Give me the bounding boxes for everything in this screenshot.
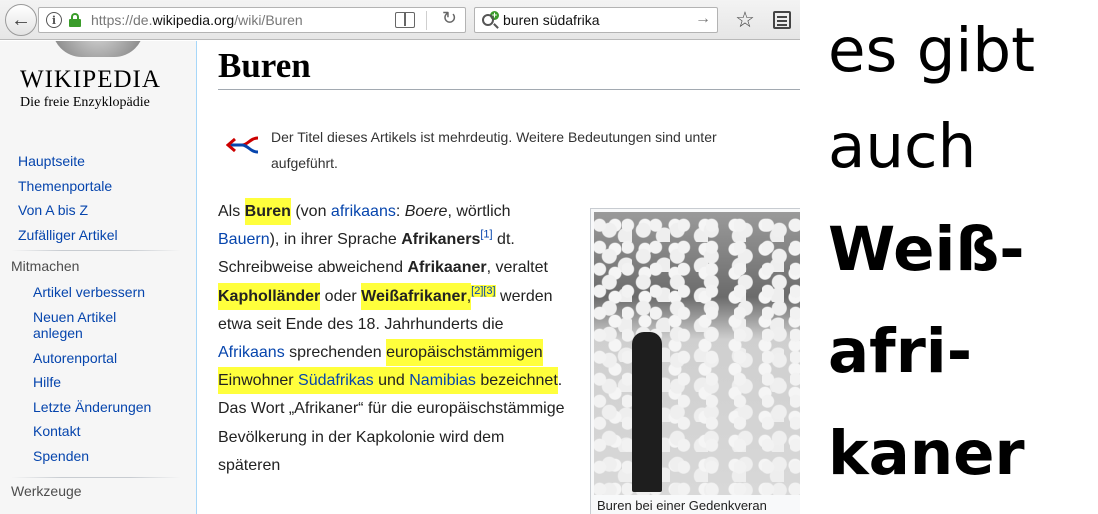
divider — [11, 477, 181, 478]
body-text: (von — [290, 203, 331, 220]
body-text: und — [373, 367, 410, 395]
term-buren: Buren — [244, 198, 291, 225]
nav-link-artikel-verbessern[interactable]: Artikel verbessern — [33, 280, 151, 305]
hatnote-line: aufgeführt. — [271, 155, 338, 171]
main-navigation: Hauptseite Themenportale Von A bis Z Zuf… — [18, 149, 118, 248]
article-thumbnail[interactable]: Buren bei einer Gedenkveran — [590, 208, 800, 514]
back-arrow-icon[interactable]: ← — [5, 4, 37, 36]
body-text: , veraltet — [486, 259, 548, 277]
sidebar: WIKIPEDIA Die freie Enzyklopädie Hauptse… — [0, 41, 196, 514]
search-input[interactable]: buren südafrika — [503, 12, 600, 28]
page-title: Buren — [218, 46, 311, 85]
article-body: Als Buren (von afrikaans: Boere, wörtlic… — [218, 198, 570, 480]
url-path: /wiki/Buren — [234, 12, 303, 28]
portal-heading-mitmachen: Mitmachen — [11, 258, 80, 274]
term-weissafrikaner: Weißafrikaner — [361, 282, 467, 310]
browser-toolbar: ← i https://de.wikipedia.org/wiki/Buren … — [0, 0, 800, 40]
footnote-ref[interactable]: [2][3] — [471, 285, 496, 298]
reload-icon[interactable]: ↻ — [442, 8, 457, 29]
photo-crowd[interactable] — [594, 212, 800, 495]
search-bar[interactable]: + buren südafrika → — [474, 7, 718, 33]
wikipedia-globe-logo[interactable] — [52, 41, 144, 57]
nav-link-themenportale[interactable]: Themenportale — [18, 174, 118, 199]
term-afrikaners: Afrikaners — [401, 231, 481, 249]
link-namibias[interactable]: Namibias — [409, 367, 476, 395]
highlight-bezeichnet: bezeichnet — [475, 367, 558, 395]
body-text: ), in ihrer Sprache — [269, 231, 402, 249]
divider — [426, 11, 427, 30]
photo-figure — [632, 332, 662, 492]
address-bar[interactable]: i https://de.wikipedia.org/wiki/Buren ↻ — [38, 7, 466, 33]
star-icon[interactable]: ☆ — [732, 6, 758, 34]
annotation-line: es gibt — [828, 15, 1036, 86]
url-text[interactable]: https://de.wikipedia.org/wiki/Buren — [91, 12, 303, 28]
nav-link-hauptseite[interactable]: Hauptseite — [18, 149, 118, 174]
nav-link-von-a-bis-z[interactable]: Von A bis Z — [18, 198, 118, 223]
nav-link-spenden[interactable]: Spenden — [33, 444, 151, 469]
body-text: , wörtlich — [447, 203, 511, 220]
body-text: : — [395, 203, 405, 220]
url-prefix: https://de. — [91, 12, 153, 28]
nav-link-neuen-artikel-anlegen[interactable]: Neuen Artikel anlegen — [33, 305, 143, 346]
mitmachen-navigation: Artikel verbessern Neuen Artikel anlegen… — [33, 280, 151, 469]
divider — [218, 89, 800, 90]
annotation-line: auch — [828, 111, 977, 182]
link-afrikaans[interactable]: afrikaans — [331, 203, 396, 220]
divider — [11, 250, 181, 251]
body-text: oder — [320, 287, 362, 305]
url-domain: wikipedia.org — [152, 12, 235, 28]
search-icon — [482, 14, 494, 26]
term-boere: Boere — [404, 203, 448, 220]
nav-link-kontakt[interactable]: Kontakt — [33, 419, 151, 444]
body-text: Als — [218, 203, 245, 220]
body-text: sprechenden — [284, 344, 387, 362]
link-bauern[interactable]: Bauern — [218, 231, 270, 248]
search-go-icon[interactable]: → — [695, 10, 711, 28]
link-suedafrikas[interactable]: Südafrikas — [298, 367, 374, 395]
footnote-ref[interactable]: [1] — [480, 229, 492, 241]
nav-link-zufaelliger-artikel[interactable]: Zufälliger Artikel — [18, 223, 118, 248]
article-content: Buren Der Titel dieses Artikels ist mehr… — [196, 41, 800, 514]
annotation-panel: es gibt auch Weiß- afri- kaner — [800, 0, 1098, 514]
library-icon[interactable] — [770, 8, 794, 32]
annotation-line-bold: afri- — [828, 316, 973, 387]
term-afrikaaner: Afrikaaner — [407, 259, 487, 277]
annotation-line-bold: Weiß- — [828, 214, 1025, 285]
highlight-europaeischstaemmige: europäischstämmige — [386, 339, 534, 367]
term-kaphollaender: Kapholländer — [218, 282, 321, 310]
nav-link-hilfe[interactable]: Hilfe — [33, 370, 151, 395]
disambiguation-icon — [226, 136, 259, 154]
portal-heading-werkzeuge: Werkzeuge — [11, 483, 82, 499]
wikipedia-tagline: Die freie Enzyklopädie — [20, 95, 150, 110]
image-caption: Buren bei einer Gedenkveran — [597, 498, 767, 513]
lock-icon[interactable] — [69, 13, 81, 27]
hatnote-line: Der Titel dieses Artikels ist mehrdeutig… — [271, 129, 717, 145]
nav-link-letzte-aenderungen[interactable]: Letzte Änderungen — [33, 395, 151, 420]
hatnote-text: Der Titel dieses Artikels ist mehrdeutig… — [271, 124, 800, 176]
wikipedia-wordmark[interactable]: WIKIPEDIA — [20, 66, 161, 94]
info-icon[interactable]: i — [46, 12, 62, 28]
link-afrikaans-language[interactable]: Afrikaans — [218, 344, 285, 361]
reader-view-icon[interactable] — [395, 12, 415, 28]
annotation-line-bold: kaner — [828, 418, 1025, 489]
nav-link-autorenportal[interactable]: Autorenportal — [33, 346, 151, 371]
wikipedia-page: WIKIPEDIA Die freie Enzyklopädie Hauptse… — [0, 41, 800, 514]
